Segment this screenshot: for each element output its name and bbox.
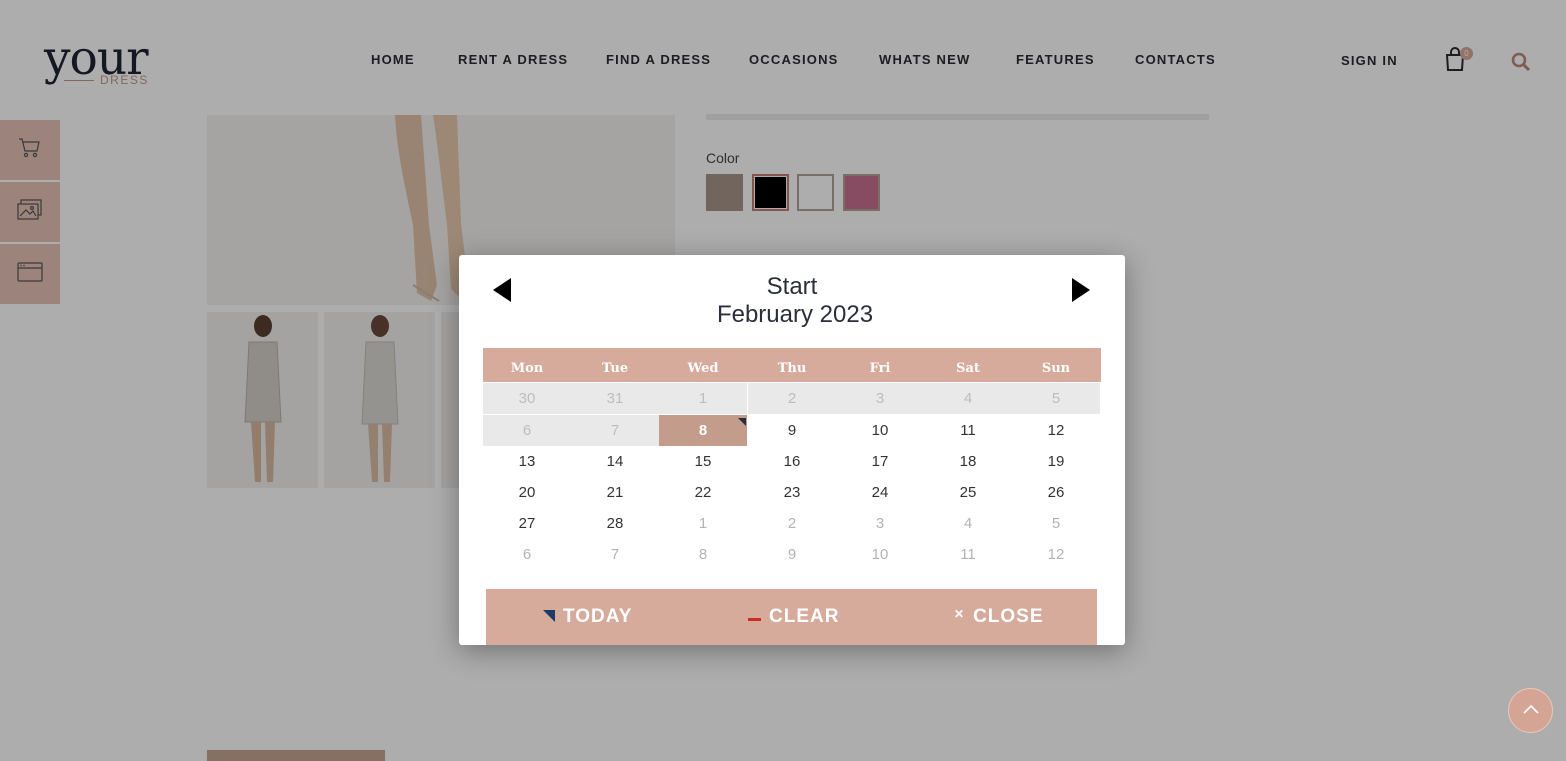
day-cell-next-month[interactable]: 11 [924,539,1012,570]
today-button[interactable]: TODAY [543,589,632,645]
day-cell[interactable]: 19 [1012,446,1100,477]
minus-icon [748,606,761,628]
day-cell[interactable]: 10 [836,415,924,446]
selected-day-label: 8 [698,422,708,439]
day-cell[interactable]: 14 [571,446,659,477]
day-cell[interactable]: 11 [924,415,1012,446]
scroll-to-top-button[interactable] [1508,688,1553,733]
weekday-thu: Thu [777,361,807,376]
day-cell[interactable]: 21 [571,477,659,508]
picker-title: Start [766,273,818,300]
day-cell: 7 [571,415,659,446]
day-cell[interactable]: 20 [483,477,571,508]
day-cell: 1 [659,383,747,414]
day-cell[interactable]: 9 [748,415,836,446]
picker-month: February 2023 [716,301,874,328]
day-cell-next-month[interactable]: 6 [483,539,571,570]
day-cell-next-month[interactable]: 10 [836,539,924,570]
chevron-up-icon [1522,702,1540,720]
day-cell: 5 [1012,383,1100,414]
day-cell[interactable]: 22 [659,477,747,508]
close-button-label: CLOSE [973,606,1044,627]
day-cell[interactable]: 24 [836,477,924,508]
weekday-header: Mon Tue Wed Thu Fri Sat Sun [483,348,1101,382]
day-cell-next-month[interactable]: 5 [1012,508,1100,539]
day-cell[interactable]: 15 [659,446,747,477]
day-cell-next-month[interactable]: 3 [836,508,924,539]
weekday-sat: Sat [956,361,980,376]
date-picker-modal: Start February 2023 Mon Tue Wed Thu Fri … [459,255,1125,645]
clear-button[interactable]: CLEAR [748,589,839,645]
today-marker [738,418,746,426]
day-cell-next-month[interactable]: 8 [659,539,747,570]
day-cell-next-month[interactable]: 9 [748,539,836,570]
day-cell[interactable]: 17 [836,446,924,477]
picker-footer: TODAY CLEAR ✕ CLOSE [486,589,1097,645]
day-cell-next-month[interactable]: 7 [571,539,659,570]
day-cell[interactable]: 23 [748,477,836,508]
clear-button-label: CLEAR [769,606,840,627]
day-cell[interactable]: 12 [1012,415,1100,446]
day-cell-selected[interactable]: 8 [659,415,747,446]
day-cell[interactable]: 25 [924,477,1012,508]
today-corner-icon [543,606,555,628]
day-cell[interactable]: 28 [571,508,659,539]
weekday-fri: Fri [869,361,891,376]
day-cell[interactable]: 27 [483,508,571,539]
day-cell-next-month[interactable]: 4 [924,508,1012,539]
day-cell: 4 [924,383,1012,414]
weekday-wed: Wed [687,361,719,376]
weekday-sun: Sun [1041,361,1071,376]
weekday-tue: Tue [601,361,629,376]
day-cell: 6 [483,415,571,446]
close-icon: ✕ [954,607,966,621]
day-cell: 2 [748,383,836,414]
day-cell-next-month[interactable]: 12 [1012,539,1100,570]
day-cell-next-month[interactable]: 2 [748,508,836,539]
day-cell: 31 [571,383,659,414]
day-cell: 3 [836,383,924,414]
today-button-label: TODAY [563,606,633,627]
day-cell[interactable]: 26 [1012,477,1100,508]
day-cell[interactable]: 13 [483,446,571,477]
day-cell[interactable]: 18 [924,446,1012,477]
day-cell[interactable]: 16 [748,446,836,477]
close-button[interactable]: ✕ CLOSE [954,589,1044,645]
day-cell: 30 [483,383,571,414]
weekday-mon: Mon [510,361,544,376]
day-cell-next-month[interactable]: 1 [659,508,747,539]
